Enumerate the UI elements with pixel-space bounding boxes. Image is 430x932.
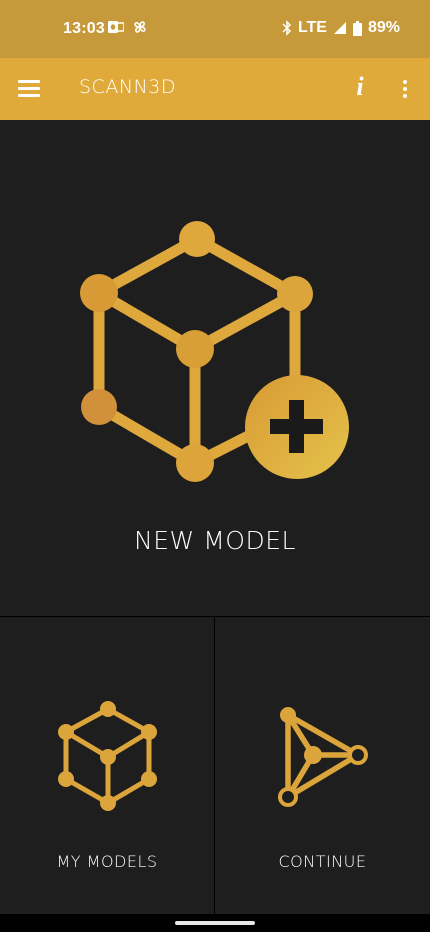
bluetooth-icon: [282, 20, 291, 36]
status-system-icons: LTE 89%: [282, 19, 400, 37]
battery-percent: 89%: [367, 19, 400, 36]
status-time: 13:03: [63, 20, 105, 37]
status-notification-icons: [108, 19, 148, 35]
app-title: SCANN3D: [79, 76, 176, 98]
app-bar: SCANN3D i: [0, 58, 430, 120]
system-navigation-bar: [0, 914, 430, 932]
more-options-icon[interactable]: [398, 78, 412, 100]
info-icon[interactable]: i: [350, 72, 370, 102]
home-gesture-handle[interactable]: [175, 921, 255, 925]
my-models-tile[interactable]: MY MODELS: [0, 617, 215, 914]
triangle-network-icon: [278, 707, 368, 807]
battery-icon: [352, 20, 362, 36]
menu-icon[interactable]: [18, 78, 42, 98]
cube-network-icon: [58, 701, 157, 811]
my-models-label: MY MODELS: [56, 852, 158, 871]
signal-icon: [333, 22, 346, 34]
pinwheel-notification-icon: [134, 21, 146, 33]
new-model-label: NEW MODEL: [134, 526, 296, 555]
cube-plus-icon: [80, 221, 349, 482]
continue-label: CONTINUE: [278, 852, 367, 871]
network-type: LTE: [297, 19, 327, 36]
outlook-notification-icon: [108, 21, 124, 33]
status-bar: 13:03 LTE 89%: [0, 0, 430, 58]
app-screen: 13:03 LTE 89% SCANN3D i NEW MODEL MY MOD…: [0, 0, 430, 932]
continue-tile[interactable]: CONTINUE: [215, 617, 430, 914]
new-model-tile[interactable]: NEW MODEL: [0, 120, 430, 617]
